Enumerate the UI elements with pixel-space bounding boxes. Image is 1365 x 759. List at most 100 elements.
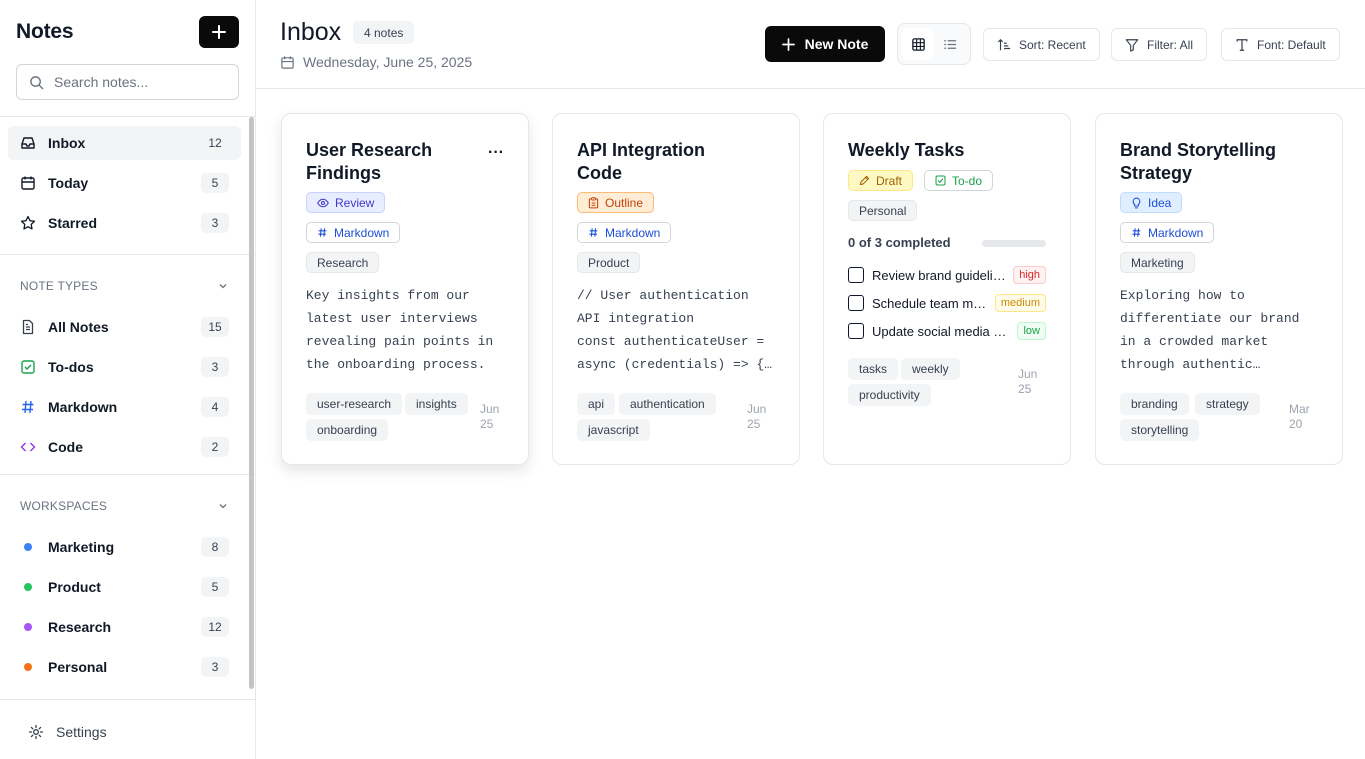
sidebar-item-todos[interactable]: To-dos 3 [8,350,241,384]
nav-label: Personal [48,659,108,675]
todo-checkbox[interactable] [848,267,864,283]
todo-text[interactable]: Schedule team meeting [872,296,989,311]
status-badge: Draft [848,170,914,191]
tag[interactable]: branding [1120,393,1189,415]
card-preview: Key insights from our latest user interv… [306,288,494,372]
note-card[interactable]: API Integration Code Outline Markdown Pr… [552,113,800,465]
search-input[interactable] [54,74,224,90]
tag[interactable]: authentication [619,393,716,415]
type-badge: To-do [924,170,994,191]
nav-count: 3 [201,657,229,677]
new-note-button[interactable]: New Note [765,26,885,62]
format-badge: Markdown [1120,222,1215,243]
search-box[interactable] [16,64,239,100]
format-badge: Markdown [577,222,672,243]
sidebar-item-code[interactable]: Code 2 [8,430,241,464]
more-options-button[interactable]: ··· [488,144,504,162]
status-label: Outline [605,195,644,210]
sidebar-item-product[interactable]: Product 5 [8,570,241,604]
nav-label: Marketing [48,539,115,555]
tag[interactable]: api [577,393,616,415]
plus-icon [781,37,795,51]
note-card[interactable]: User Research Findings ··· Review Markdo… [281,113,529,465]
nav-label: Product [48,579,101,595]
chevron-down-icon[interactable] [218,501,228,511]
format-label: Markdown [605,225,661,240]
status-label: Review [335,195,375,210]
nav-count: 5 [201,577,229,597]
tag[interactable]: insights [405,393,468,415]
card-preview: Exploring how to differentiate our brand… [1120,288,1300,372]
filter-icon [1125,38,1139,52]
star-icon [20,215,36,231]
settings-button[interactable]: Settings [28,724,107,740]
note-card[interactable]: Weekly Tasks Draft To-do Personal 0 of 3… [823,113,1071,465]
nav-count: 4 [201,397,229,417]
sidebar-scrollbar[interactable] [249,117,254,689]
main-header: Inbox 4 notes Wednesday, June 25, 2025 N… [256,0,1365,89]
workspace-badge: Research [306,252,380,273]
note-types-heading: NOTE TYPES [20,279,98,293]
tag[interactable]: storytelling [1120,419,1200,441]
grid-icon [911,37,925,51]
sidebar-item-marketing[interactable]: Marketing 8 [8,530,241,564]
card-title: Brand Storytelling Strategy [1120,140,1277,183]
add-note-button[interactable] [199,16,239,48]
chevron-down-icon[interactable] [218,281,228,291]
divider [0,254,255,255]
sort-button[interactable]: Sort: Recent [983,28,1100,61]
sidebar: Notes Inbox 12 Today 5 Starred 3 NOTE TY… [0,0,256,759]
sidebar-item-markdown[interactable]: Markdown 4 [8,390,241,424]
tag[interactable]: user-research [306,393,403,415]
nav-count: 3 [201,213,229,233]
nav-count: 15 [201,317,229,337]
status-label: Draft [876,173,903,188]
nav-label: Markdown [48,399,118,415]
code-icon [20,439,36,455]
todo-text[interactable]: Review brand guidelines [872,268,1007,283]
filter-button[interactable]: Filter: All [1111,28,1208,61]
tag[interactable]: strategy [1195,393,1260,415]
workspace-badge: Product [577,252,641,273]
tag[interactable]: productivity [848,384,931,406]
nav-label: Starred [48,215,98,231]
sidebar-item-personal[interactable]: Personal 3 [8,650,241,684]
todo-text[interactable]: Update social media calendar [872,324,1011,339]
workspace-color-dot [24,663,32,671]
workspace-badge: Personal [848,200,918,221]
filter-label: Filter: All [1147,37,1194,52]
sidebar-item-all-notes[interactable]: All Notes 15 [8,310,241,344]
nav-count: 3 [201,357,229,377]
page-title: Inbox [280,18,342,46]
status-badge: Outline [577,192,655,213]
card-title: API Integration Code [577,140,706,183]
grid-view-button[interactable] [902,28,934,60]
settings-label: Settings [56,724,107,740]
list-view-button[interactable] [934,28,966,60]
todo-checkbox[interactable] [848,323,864,339]
todo-checkbox[interactable] [848,295,864,311]
format-badge: Markdown [306,222,401,243]
tag[interactable]: tasks [848,358,899,380]
nav-item-today[interactable]: Today 5 [8,166,241,200]
priority-badge: low [1017,322,1046,340]
tag[interactable]: weekly [901,358,960,380]
font-button[interactable]: Font: Default [1221,28,1340,61]
hash-icon [20,399,36,415]
nav-item-starred[interactable]: Starred 3 [8,206,241,240]
workspace-color-dot [24,583,32,591]
checkbox-icon [935,175,946,186]
nav-count: 5 [201,173,229,193]
nav-item-inbox[interactable]: Inbox 12 [8,126,241,160]
tag[interactable]: onboarding [306,419,389,441]
search-icon [30,75,44,89]
type-label: To-do [952,173,983,188]
card-preview: // User authentication API integration c… [577,288,773,372]
hash-icon [317,227,328,238]
sidebar-item-research[interactable]: Research 12 [8,610,241,644]
nav-count: 12 [208,136,222,150]
note-card[interactable]: Brand Storytelling Strategy Idea Markdow… [1095,113,1343,465]
inbox-icon [20,135,36,151]
tag[interactable]: javascript [577,419,650,441]
card-date: Mar 20 [1289,402,1310,431]
